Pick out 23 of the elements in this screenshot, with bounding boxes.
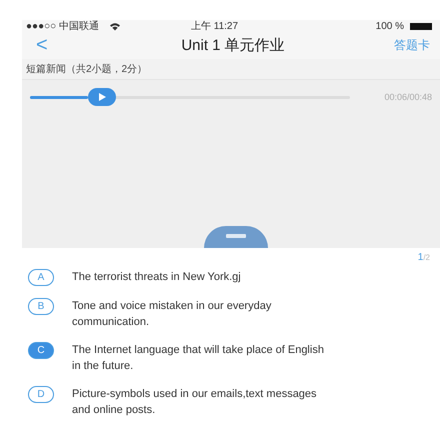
section-title: 短篇新闻（共2小题，2分） (26, 62, 148, 76)
clock-text: 上午 11:27 (190, 20, 238, 33)
back-button[interactable]: < (36, 34, 76, 57)
drag-handle[interactable] (204, 226, 268, 248)
option-text[interactable]: Tone and voice mistaken in our everyday communication. (72, 298, 327, 330)
battery-text: 100 % (376, 20, 404, 32)
play-icon (97, 92, 108, 102)
play-button[interactable] (88, 88, 116, 106)
wifi-icon (108, 22, 121, 30)
answer-card-link[interactable]: 答题卡 (340, 37, 430, 54)
option-text[interactable]: Picture-symbols used in our emails,text messages and online posts. (72, 386, 327, 418)
carrier-text: ●●●○○ 中国联通 (26, 20, 99, 33)
option-radio[interactable]: D (28, 386, 54, 403)
option-radio[interactable]: C (28, 342, 54, 359)
audio-slider[interactable] (30, 88, 350, 106)
option-radio[interactable]: A (28, 269, 54, 286)
battery-icon (410, 22, 432, 30)
page-title: Unit 1 单元作业 (180, 36, 286, 55)
option-text[interactable]: The Internet language that will take place of English in the future. (72, 342, 327, 374)
option-radio[interactable]: B (28, 298, 54, 315)
audio-time: 00:06/00:48 (384, 92, 432, 102)
page-counter: 1/2 (416, 252, 430, 263)
option-text[interactable]: The terrorist threats in New York.gj (72, 269, 327, 285)
